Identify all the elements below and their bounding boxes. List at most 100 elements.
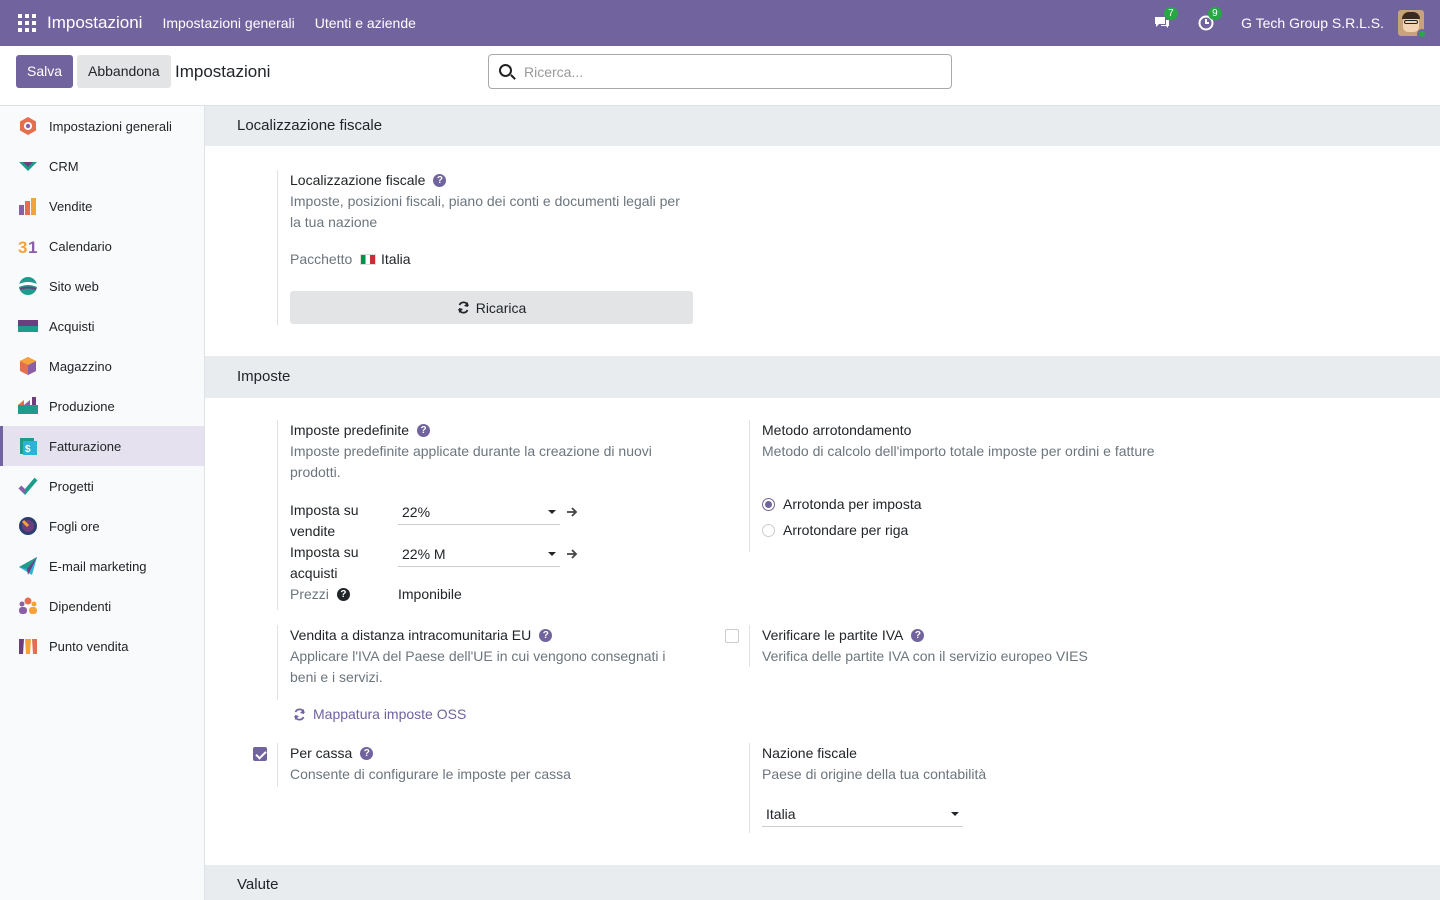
setting-title: Nazione fiscale (762, 745, 857, 761)
purchase-app-icon (18, 320, 38, 332)
cash-basis-checkbox[interactable] (253, 747, 267, 761)
rounding-per-tax-radio[interactable] (762, 498, 775, 511)
sidebar-item-progetti[interactable]: Progetti (0, 466, 204, 506)
reload-button[interactable]: Ricarica (290, 291, 693, 324)
sales-tax-select[interactable]: 22% (398, 499, 560, 525)
sidebar-item-crm[interactable]: CRM (0, 146, 204, 186)
help-icon[interactable]: ? (911, 628, 925, 642)
control-panel: Salva Abbandona Impostazioni (0, 46, 1440, 106)
package-value: Italia (355, 249, 411, 270)
sidebar-item-sito-web[interactable]: Sito web (0, 266, 204, 306)
rounding-per-tax-label[interactable]: Arrotonda per imposta (783, 494, 922, 515)
reload-label: Ricarica (475, 299, 527, 316)
section-header-currencies: Valute (205, 865, 1440, 900)
search-input[interactable] (524, 55, 944, 88)
timesheets-app-icon (19, 517, 37, 535)
activities-button[interactable]: 9 (1197, 7, 1222, 32)
sidebar-item-label: Produzione (49, 398, 115, 414)
rounding-per-line-label[interactable]: Arrotondare per riga (783, 520, 908, 541)
settings-app-icon (20, 117, 36, 135)
setting-title: Localizzazione fiscale (290, 172, 426, 188)
package-label: Pacchetto (290, 251, 353, 267)
company-switcher[interactable]: G Tech Group S.R.L.S. (1241, 15, 1384, 31)
invoicing-app-icon: $ (20, 438, 37, 455)
inventory-app-icon (20, 357, 36, 375)
sales-app-icon (19, 198, 36, 215)
sidebar-item-email-marketing[interactable]: E-mail marketing (0, 546, 204, 586)
pos-app-icon (19, 639, 37, 654)
user-avatar[interactable] (1398, 10, 1427, 39)
discard-button[interactable]: Abbandona (77, 55, 171, 88)
top-navbar: Impostazioni Impostazioni generali Utent… (0, 0, 1440, 46)
app-title[interactable]: Impostazioni (47, 13, 142, 33)
sidebar-item-label: Vendite (49, 198, 93, 214)
setting-vies-check: Verificare le partite IVA? Verifica dell… (749, 625, 1349, 667)
sidebar-item-magazzino[interactable]: Magazzino (0, 346, 204, 386)
svg-text:1: 1 (28, 238, 37, 256)
sidebar-item-label: E-mail marketing (49, 558, 147, 574)
svg-text:3: 3 (18, 238, 27, 256)
purchase-tax-value: 22% M (402, 546, 446, 562)
fiscal-country-select[interactable]: Italia (762, 801, 963, 827)
chevron-down-icon (548, 552, 556, 556)
sidebar-item-label: Fatturazione (49, 438, 122, 454)
vies-check-checkbox[interactable] (725, 629, 739, 643)
internal-link-arrow-icon[interactable] (566, 548, 578, 560)
help-icon[interactable]: ? (539, 628, 553, 642)
sidebar-item-punto-vendita[interactable]: Punto vendita (0, 626, 204, 666)
search-bar[interactable] (488, 54, 952, 89)
refresh-icon (457, 301, 469, 314)
menu-impostazioni-generali[interactable]: Impostazioni generali (162, 15, 294, 31)
setting-cash-basis: Per cassa? Consente di configurare le im… (277, 743, 707, 787)
help-icon[interactable]: ? (433, 173, 447, 187)
sidebar-item-label: Punto vendita (49, 638, 129, 654)
menu-utenti-aziende[interactable]: Utenti e aziende (315, 15, 416, 31)
help-icon[interactable]: ? (417, 423, 431, 437)
prices-label: Prezzi? (290, 584, 350, 605)
setting-description: Verifica delle partite IVA con il serviz… (762, 648, 1088, 664)
purchase-tax-select[interactable]: 22% M (398, 541, 560, 567)
sidebar-item-dipendenti[interactable]: Dipendenti (0, 586, 204, 626)
internal-link-arrow-icon[interactable] (566, 506, 578, 518)
sidebar-item-calendario[interactable]: 31 Calendario (0, 226, 204, 266)
setting-description-line-1: Imposte predefinite applicate durante la… (290, 443, 652, 459)
website-app-icon (19, 277, 37, 295)
package-country: Italia (381, 251, 411, 267)
sidebar-item-label: Sito web (49, 278, 99, 294)
sidebar-item-label: Magazzino (49, 358, 112, 374)
sidebar-item-label: Fogli ore (49, 518, 100, 534)
sidebar-item-label: Acquisti (49, 318, 95, 334)
section-header-taxes: Imposte (205, 356, 1440, 398)
sidebar-item-produzione[interactable]: Produzione (0, 386, 204, 426)
messages-button[interactable]: 7 (1153, 7, 1178, 32)
setting-description-line-2: beni e i servizi. (290, 669, 383, 685)
sidebar-item-impostazioni-generali[interactable]: Impostazioni generali (0, 106, 204, 146)
setting-description-line-1: Applicare l'IVA del Paese dell'UE in cui… (290, 648, 666, 664)
sidebar-item-vendite[interactable]: Vendite (0, 186, 204, 226)
help-icon[interactable]: ? (336, 588, 350, 601)
sidebar-item-label: Impostazioni generali (49, 118, 172, 134)
help-icon[interactable]: ? (360, 746, 374, 760)
crm-app-icon (19, 162, 37, 171)
purchase-tax-label: Imposta su acquisti (290, 544, 359, 581)
setting-description-line-2: la tua nazione (290, 214, 378, 230)
setting-title: Imposte predefinite (290, 422, 410, 438)
sales-tax-label: Imposta su vendite (290, 502, 359, 539)
sidebar-item-label: CRM (49, 158, 79, 174)
rounding-per-line-radio[interactable] (762, 524, 775, 537)
svg-text:$: $ (25, 444, 31, 455)
save-button[interactable]: Salva (16, 55, 74, 88)
sidebar-item-fogli-ore[interactable]: Fogli ore (0, 506, 204, 546)
sidebar-item-fatturazione[interactable]: $ Fatturazione (0, 426, 204, 466)
setting-title: Vendita a distanza intracomunitaria EU (290, 627, 532, 643)
oss-mapping-link[interactable]: Mappatura imposte OSS (293, 706, 466, 722)
prices-value: Imponibile (398, 586, 462, 602)
sidebar-item-acquisti[interactable]: Acquisti (0, 306, 204, 346)
setting-title: Per cassa (290, 745, 353, 761)
setting-description: Consente di configurare le imposte per c… (290, 766, 571, 782)
apps-menu-icon[interactable] (18, 14, 36, 32)
setting-title: Metodo arrotondamento (762, 422, 912, 438)
setting-description: Paese di origine della tua contabilità (762, 766, 987, 782)
calendar-app-icon: 31 (18, 238, 37, 256)
setting-eu-distance-selling: Vendita a distanza intracomunitaria EU? … (277, 625, 707, 700)
